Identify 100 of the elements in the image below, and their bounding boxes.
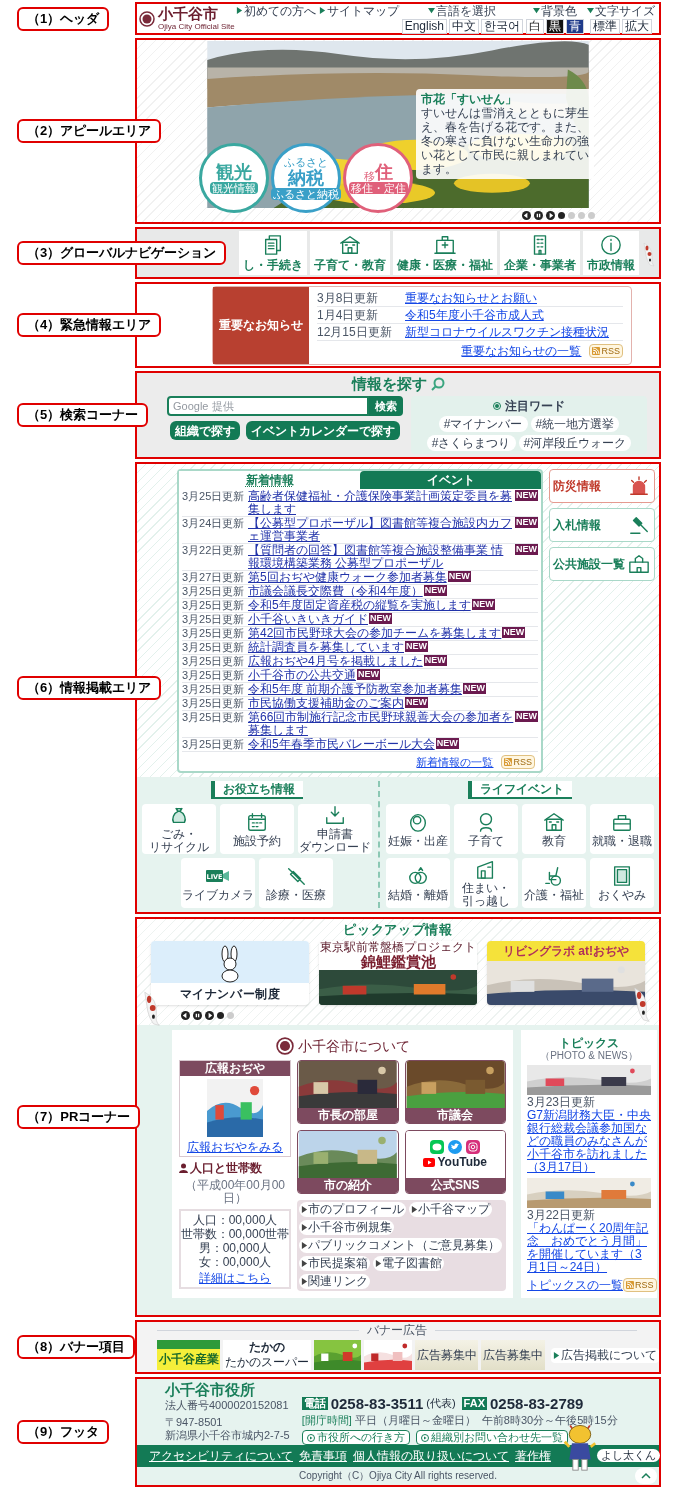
rss-button[interactable]: RSS — [501, 755, 535, 769]
nav-item[interactable]: 子育て・教育 — [310, 231, 390, 275]
population-link[interactable]: 詳細はこちら — [199, 1271, 271, 1285]
news-link[interactable]: 第66回市制施行記念市民野球親善大会の参加者を募集します — [248, 711, 514, 737]
shortcut-tile[interactable]: 教育 — [522, 804, 586, 854]
news-link[interactable]: 市民協働支援補助金のご案内 — [248, 697, 404, 710]
ad-banner[interactable]: たかの たかのスーパー — [223, 1340, 311, 1370]
color-button[interactable]: 黒 — [546, 18, 564, 34]
magazine-link[interactable]: 広報おぢやをみる — [187, 1140, 283, 1154]
shortcut-tile[interactable]: 診療・医療 — [259, 858, 333, 908]
quick-link[interactable]: 関連リンク — [299, 1274, 370, 1289]
shortcut-tile[interactable]: 子育て — [454, 804, 518, 854]
news-link[interactable]: 第5回おぢや健康ウォーク参加者募集 — [248, 571, 447, 584]
language-button[interactable]: 中文 — [449, 18, 479, 34]
shortcut-tile[interactable]: ごみ・ リサイクル — [142, 804, 216, 854]
rss-button[interactable]: RSS — [589, 343, 623, 358]
pr-tile[interactable]: YouTube 公式SNS — [404, 1130, 506, 1194]
search-field[interactable]: Google 提供 — [167, 396, 369, 416]
shortcut-tile[interactable]: 結婚・離婚 — [386, 858, 450, 908]
quick-link[interactable]: 市のプロフィール — [299, 1202, 406, 1217]
pickup-banner[interactable]: マイナンバー制度 — [151, 941, 309, 1005]
footer-link[interactable]: 著作権 — [515, 1449, 551, 1463]
footer-link[interactable]: 個人情報の取り扱いについて — [353, 1449, 509, 1463]
previous-icon[interactable] — [181, 1011, 190, 1020]
quick-link[interactable]: パブリックコメント（ご意見募集） — [299, 1238, 502, 1253]
news-link[interactable]: 【公募型プロポーザル】図書館等複合施設内カフェ運営事業者 — [248, 517, 514, 543]
language-button[interactable]: English — [401, 18, 447, 34]
footer-button[interactable]: 組織別お問い合わせ先一覧 — [415, 1430, 568, 1445]
color-button[interactable]: 青 — [566, 18, 584, 34]
search-option-button[interactable]: 組織で探す — [170, 421, 240, 440]
news-link[interactable]: 広報おぢや4月号を掲載しました — [248, 655, 423, 668]
news-link[interactable]: 【質問者の回答】図書館等複合施設整備事業 情報環境構築業務 公募型プロポーザル — [248, 544, 514, 570]
notice-list-link[interactable]: 重要なお知らせの一覧 — [461, 343, 582, 358]
notice-link[interactable]: 新型コロナウイルスワクチン接種状況 — [405, 324, 609, 339]
quick-link[interactable]: 電子図書館 — [373, 1256, 444, 1271]
shortcut-tile[interactable]: 住まい・ 引っ越し — [454, 858, 518, 908]
tab[interactable]: イベント — [360, 471, 541, 489]
keyword-tag[interactable]: #マイナンバー — [438, 416, 528, 432]
header-link[interactable]: 初めての方へ — [235, 3, 316, 18]
news-link[interactable]: 令和5年度 前期介護予防教室参加者募集 — [248, 683, 462, 696]
pickup-banner[interactable]: 東京駅前常盤橋プロジェクト 錦鯉鑑賞池 — [319, 941, 477, 1005]
quick-link[interactable]: 市民提案箱 — [299, 1256, 370, 1271]
shortcut-tile[interactable]: おくやみ — [590, 858, 654, 908]
pause-icon[interactable] — [534, 211, 543, 220]
nav-item[interactable]: し・手続き — [239, 231, 307, 275]
ad-info-link[interactable]: 広告掲載について — [550, 1347, 659, 1363]
news-link[interactable]: 高齢者保健福祉・介護保険事業計画策定委員を募集します — [248, 490, 514, 516]
news-link[interactable]: 第42回市民野球大会の参加チームを募集します — [248, 627, 502, 640]
shortcut-tile[interactable]: 申請書 ダウンロード — [298, 804, 372, 854]
pr-tile[interactable]: 市の紹介 — [297, 1130, 399, 1194]
keyword-tag[interactable]: #さくらまつり — [426, 435, 516, 451]
topics-list-link[interactable]: トピックスの一覧 — [527, 1278, 623, 1292]
news-link[interactable]: 小千谷いきいきガイド — [248, 613, 368, 626]
side-link[interactable]: 入札情報 — [549, 508, 655, 542]
ad-banner[interactable]: 広告募集中 — [481, 1340, 545, 1370]
pr-tile[interactable]: 市長の部屋 — [297, 1060, 399, 1124]
nav-item[interactable]: 企業・事業者 — [500, 231, 580, 275]
shortcut-tile[interactable]: 介護・福祉 — [522, 858, 586, 908]
shortcut-tile[interactable]: 施設予約 — [220, 804, 294, 854]
news-link[interactable]: 令和5年春季市民バレーボール大会 — [248, 738, 435, 751]
font-size-button[interactable]: 拡大 — [622, 18, 652, 34]
page-top-button[interactable] — [635, 1468, 657, 1484]
nav-item[interactable]: 健康・医療・福祉 — [393, 231, 497, 275]
topic-link[interactable]: G7新潟財務大臣・中央銀行総裁会議参加国などの職員のみなさんが小千谷市を訪れました（3月17日） — [527, 1109, 651, 1174]
side-link[interactable]: 防災情報 — [549, 469, 655, 503]
footer-link[interactable]: アクセシビリティについて — [149, 1449, 293, 1463]
keyword-tag[interactable]: #統一地方選挙 — [530, 416, 620, 432]
news-link[interactable]: 小千谷市の公共交通 — [248, 669, 356, 682]
next-icon[interactable] — [546, 211, 555, 220]
news-link[interactable]: 市議会議長交際費（令和4年度） — [248, 585, 423, 598]
topic-link[interactable]: 「わんぱーく20周年記念 おめでとう月間」を開催しています（3月1日～24日） — [527, 1222, 651, 1274]
side-link[interactable]: 公共施設一覧 — [549, 547, 655, 581]
next-icon[interactable] — [205, 1011, 214, 1020]
news-link[interactable]: 統計調査員を募集しています — [248, 641, 404, 654]
search-button[interactable]: 検索 — [369, 396, 403, 416]
font-size-button[interactable]: 標準 — [590, 18, 620, 34]
pickup-banner[interactable]: リビングラボ at!おぢや — [487, 941, 645, 1005]
news-list-link[interactable]: 新着情報の一覧 — [416, 755, 494, 769]
shortcut-tile[interactable]: 就職・退職 — [590, 804, 654, 854]
notice-link[interactable]: 重要なお知らせとお願い — [405, 290, 537, 305]
footer-button[interactable]: 市役所への行き方 — [301, 1430, 410, 1445]
pause-icon[interactable] — [193, 1011, 202, 1020]
keyword-tag[interactable]: #河岸段丘ウォーク — [518, 435, 632, 451]
footer-link[interactable]: 免責事項 — [299, 1449, 347, 1463]
quick-link[interactable]: 小千谷市例規集 — [299, 1220, 394, 1235]
notice-link[interactable]: 令和5年度小千谷市成人式 — [405, 307, 544, 322]
rss-button[interactable]: RSS — [623, 1278, 657, 1292]
previous-icon[interactable] — [522, 211, 531, 220]
shortcut-tile[interactable]: 妊娠・出産 — [386, 804, 450, 854]
color-button[interactable]: 白 — [526, 18, 544, 34]
ad-banner[interactable] — [364, 1340, 412, 1370]
ad-banner[interactable]: 広告募集中 — [415, 1340, 479, 1370]
ad-banner[interactable] — [313, 1340, 362, 1370]
search-option-button[interactable]: イベントカレンダーで探す — [246, 421, 400, 440]
language-button[interactable]: 한국어 — [481, 18, 523, 34]
header-link[interactable]: サイトマップ — [318, 3, 399, 18]
pr-tile[interactable]: 市議会 — [404, 1060, 506, 1124]
nav-item[interactable]: 市政情報 — [583, 231, 639, 275]
quick-link[interactable]: 小千谷マップ — [409, 1202, 492, 1217]
news-link[interactable]: 令和5年度固定資産税の縦覧を実施します — [248, 599, 471, 612]
